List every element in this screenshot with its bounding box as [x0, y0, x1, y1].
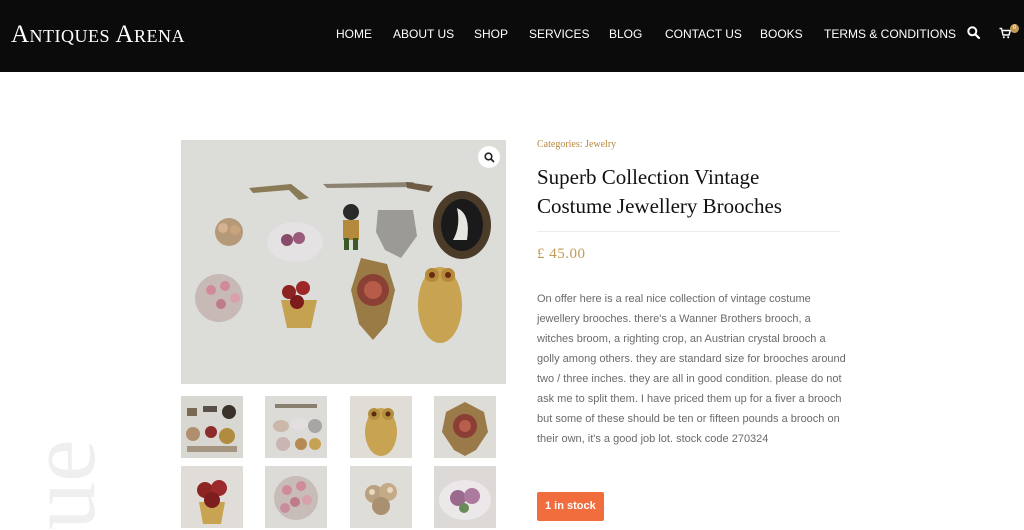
title-divider — [537, 231, 840, 232]
thumbnail-4[interactable] — [434, 396, 496, 458]
category-link[interactable]: Jewelry — [585, 139, 616, 150]
thumbnail-5[interactable] — [181, 466, 243, 528]
site-logo[interactable]: Antiques Arena — [11, 20, 185, 50]
nav-about-us[interactable]: ABOUT US — [393, 27, 454, 41]
nav-shop[interactable]: SHOP — [474, 27, 508, 41]
thumbnail-7[interactable] — [350, 466, 412, 528]
nav-terms[interactable]: TERMS & CONDITIONS — [824, 27, 956, 41]
background-watermark: ue — [8, 439, 115, 530]
zoom-icon[interactable] — [478, 146, 500, 168]
thumbnail-3[interactable] — [350, 396, 412, 458]
nav-books[interactable]: BOOKS — [760, 27, 803, 41]
product-title: Superb Collection Vintage Costume Jewell… — [537, 165, 782, 218]
site-header: Antiques Arena HOME ABOUT US SHOP SERVIC… — [0, 0, 1024, 72]
categories-label: Categories: — [537, 139, 583, 150]
product-categories: Categories: Jewelry — [537, 139, 616, 150]
nav-contact-us[interactable]: CONTACT US — [665, 27, 742, 41]
stock-status-badge: 1 in stock — [537, 492, 604, 521]
search-icon[interactable] — [967, 26, 985, 44]
nav-services[interactable]: SERVICES — [529, 27, 589, 41]
product-price: £ 45.00 — [537, 246, 586, 262]
product-description: On offer here is a real nice collection … — [537, 293, 846, 445]
thumbnail-1[interactable] — [181, 396, 243, 458]
thumbnail-6[interactable] — [265, 466, 327, 528]
nav-home[interactable]: HOME — [336, 27, 372, 41]
thumbnail-2[interactable] — [265, 396, 327, 458]
nav-blog[interactable]: BLOG — [609, 27, 642, 41]
thumbnail-8[interactable] — [434, 466, 496, 528]
product-main-image[interactable] — [181, 140, 506, 384]
cart-count-badge: 0 — [1010, 24, 1019, 33]
